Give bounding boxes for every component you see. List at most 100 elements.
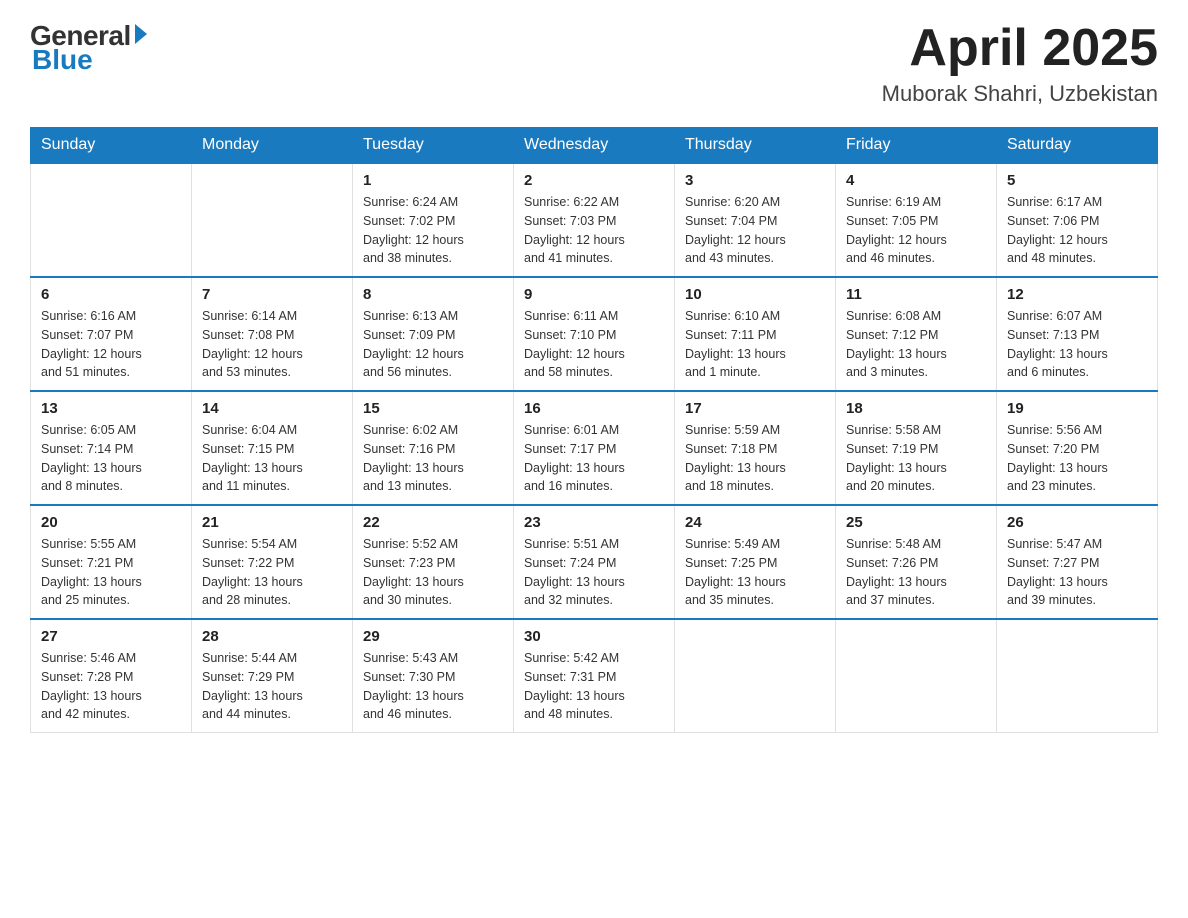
logo-triangle-icon (135, 24, 147, 44)
calendar-header-sunday: Sunday (31, 128, 192, 164)
calendar-cell (675, 619, 836, 733)
day-number: 1 (363, 172, 503, 189)
calendar-cell: 25 Sunrise: 5:48 AM Sunset: 7:26 PM Dayli… (836, 505, 997, 619)
calendar-header-row: SundayMondayTuesdayWednesdayThursdayFrid… (31, 128, 1158, 164)
calendar-cell: 16 Sunrise: 6:01 AM Sunset: 7:17 PM Dayli… (514, 391, 675, 505)
day-info: Sunrise: 5:51 AM Sunset: 7:24 PM Dayligh… (524, 535, 664, 610)
day-number: 27 (41, 628, 181, 645)
calendar-cell: 3 Sunrise: 6:20 AM Sunset: 7:04 PM Daylig… (675, 163, 836, 277)
day-number: 22 (363, 514, 503, 531)
day-number: 5 (1007, 172, 1147, 189)
day-info: Sunrise: 5:58 AM Sunset: 7:19 PM Dayligh… (846, 421, 986, 496)
location-subtitle: Muborak Shahri, Uzbekistan (882, 81, 1158, 107)
day-number: 8 (363, 286, 503, 303)
day-number: 21 (202, 514, 342, 531)
day-info: Sunrise: 6:19 AM Sunset: 7:05 PM Dayligh… (846, 193, 986, 268)
day-number: 16 (524, 400, 664, 417)
calendar-cell: 29 Sunrise: 5:43 AM Sunset: 7:30 PM Dayli… (353, 619, 514, 733)
calendar-week-row: 1 Sunrise: 6:24 AM Sunset: 7:02 PM Daylig… (31, 163, 1158, 277)
calendar-cell: 11 Sunrise: 6:08 AM Sunset: 7:12 PM Dayli… (836, 277, 997, 391)
calendar-cell: 23 Sunrise: 5:51 AM Sunset: 7:24 PM Dayli… (514, 505, 675, 619)
day-info: Sunrise: 6:01 AM Sunset: 7:17 PM Dayligh… (524, 421, 664, 496)
calendar-cell: 30Sunrise: 5:42 AM Sunset: 7:31 PM Dayli… (514, 619, 675, 733)
day-number: 29 (363, 628, 503, 645)
calendar-week-row: 27 Sunrise: 5:46 AM Sunset: 7:28 PM Dayli… (31, 619, 1158, 733)
day-number: 4 (846, 172, 986, 189)
day-number: 17 (685, 400, 825, 417)
day-info: Sunrise: 5:44 AM Sunset: 7:29 PM Dayligh… (202, 649, 342, 724)
day-number: 24 (685, 514, 825, 531)
calendar-cell: 20Sunrise: 5:55 AM Sunset: 7:21 PM Dayli… (31, 505, 192, 619)
day-number: 18 (846, 400, 986, 417)
calendar-cell: 14 Sunrise: 6:04 AM Sunset: 7:15 PM Dayli… (192, 391, 353, 505)
day-info: Sunrise: 6:22 AM Sunset: 7:03 PM Dayligh… (524, 193, 664, 268)
logo: General Blue (30, 20, 147, 76)
calendar-cell: 8 Sunrise: 6:13 AM Sunset: 7:09 PM Daylig… (353, 277, 514, 391)
day-info: Sunrise: 6:07 AM Sunset: 7:13 PM Dayligh… (1007, 307, 1147, 382)
page-header: General Blue April 2025 Muborak Shahri, … (30, 20, 1158, 107)
day-info: Sunrise: 5:47 AM Sunset: 7:27 PM Dayligh… (1007, 535, 1147, 610)
day-number: 14 (202, 400, 342, 417)
day-info: Sunrise: 6:04 AM Sunset: 7:15 PM Dayligh… (202, 421, 342, 496)
day-info: Sunrise: 5:48 AM Sunset: 7:26 PM Dayligh… (846, 535, 986, 610)
calendar-cell (997, 619, 1158, 733)
day-number: 26 (1007, 514, 1147, 531)
day-number: 3 (685, 172, 825, 189)
calendar-cell (836, 619, 997, 733)
day-number: 20 (41, 514, 181, 531)
calendar-cell: 9 Sunrise: 6:11 AM Sunset: 7:10 PM Daylig… (514, 277, 675, 391)
day-info: Sunrise: 6:11 AM Sunset: 7:10 PM Dayligh… (524, 307, 664, 382)
day-number: 15 (363, 400, 503, 417)
day-number: 30 (524, 628, 664, 645)
title-block: April 2025 Muborak Shahri, Uzbekistan (882, 20, 1158, 107)
calendar-cell (31, 163, 192, 277)
calendar-header-monday: Monday (192, 128, 353, 164)
day-info: Sunrise: 6:20 AM Sunset: 7:04 PM Dayligh… (685, 193, 825, 268)
calendar-cell: 17Sunrise: 5:59 AM Sunset: 7:18 PM Dayli… (675, 391, 836, 505)
calendar-cell (192, 163, 353, 277)
calendar-cell: 21 Sunrise: 5:54 AM Sunset: 7:22 PM Dayli… (192, 505, 353, 619)
calendar-cell: 2Sunrise: 6:22 AM Sunset: 7:03 PM Daylig… (514, 163, 675, 277)
calendar-cell: 12Sunrise: 6:07 AM Sunset: 7:13 PM Dayli… (997, 277, 1158, 391)
day-info: Sunrise: 6:08 AM Sunset: 7:12 PM Dayligh… (846, 307, 986, 382)
month-year-title: April 2025 (882, 20, 1158, 77)
day-number: 9 (524, 286, 664, 303)
day-number: 7 (202, 286, 342, 303)
day-number: 23 (524, 514, 664, 531)
calendar-week-row: 6Sunrise: 6:16 AM Sunset: 7:07 PM Daylig… (31, 277, 1158, 391)
calendar-cell: 5 Sunrise: 6:17 AM Sunset: 7:06 PM Daylig… (997, 163, 1158, 277)
day-info: Sunrise: 5:43 AM Sunset: 7:30 PM Dayligh… (363, 649, 503, 724)
day-info: Sunrise: 5:49 AM Sunset: 7:25 PM Dayligh… (685, 535, 825, 610)
calendar-cell: 15 Sunrise: 6:02 AM Sunset: 7:16 PM Dayli… (353, 391, 514, 505)
calendar-header-thursday: Thursday (675, 128, 836, 164)
day-number: 13 (41, 400, 181, 417)
calendar-cell: 26 Sunrise: 5:47 AM Sunset: 7:27 PM Dayli… (997, 505, 1158, 619)
day-number: 25 (846, 514, 986, 531)
calendar-cell: 1 Sunrise: 6:24 AM Sunset: 7:02 PM Daylig… (353, 163, 514, 277)
calendar-cell: 18 Sunrise: 5:58 AM Sunset: 7:19 PM Dayli… (836, 391, 997, 505)
calendar-header-tuesday: Tuesday (353, 128, 514, 164)
calendar-week-row: 13 Sunrise: 6:05 AM Sunset: 7:14 PM Dayli… (31, 391, 1158, 505)
day-number: 28 (202, 628, 342, 645)
day-info: Sunrise: 6:13 AM Sunset: 7:09 PM Dayligh… (363, 307, 503, 382)
day-info: Sunrise: 6:02 AM Sunset: 7:16 PM Dayligh… (363, 421, 503, 496)
calendar-cell: 10Sunrise: 6:10 AM Sunset: 7:11 PM Dayli… (675, 277, 836, 391)
calendar-week-row: 20Sunrise: 5:55 AM Sunset: 7:21 PM Dayli… (31, 505, 1158, 619)
calendar-header-saturday: Saturday (997, 128, 1158, 164)
calendar-cell: 24 Sunrise: 5:49 AM Sunset: 7:25 PM Dayli… (675, 505, 836, 619)
calendar-cell: 7Sunrise: 6:14 AM Sunset: 7:08 PM Daylig… (192, 277, 353, 391)
day-number: 10 (685, 286, 825, 303)
day-info: Sunrise: 6:24 AM Sunset: 7:02 PM Dayligh… (363, 193, 503, 268)
day-number: 11 (846, 286, 986, 303)
calendar-cell: 19Sunrise: 5:56 AM Sunset: 7:20 PM Dayli… (997, 391, 1158, 505)
day-info: Sunrise: 5:52 AM Sunset: 7:23 PM Dayligh… (363, 535, 503, 610)
day-info: Sunrise: 5:46 AM Sunset: 7:28 PM Dayligh… (41, 649, 181, 724)
calendar-header-friday: Friday (836, 128, 997, 164)
day-info: Sunrise: 6:05 AM Sunset: 7:14 PM Dayligh… (41, 421, 181, 496)
calendar-table: SundayMondayTuesdayWednesdayThursdayFrid… (30, 127, 1158, 733)
day-info: Sunrise: 5:56 AM Sunset: 7:20 PM Dayligh… (1007, 421, 1147, 496)
calendar-header-wednesday: Wednesday (514, 128, 675, 164)
logo-blue-text: Blue (32, 44, 93, 76)
day-info: Sunrise: 6:17 AM Sunset: 7:06 PM Dayligh… (1007, 193, 1147, 268)
day-info: Sunrise: 5:54 AM Sunset: 7:22 PM Dayligh… (202, 535, 342, 610)
